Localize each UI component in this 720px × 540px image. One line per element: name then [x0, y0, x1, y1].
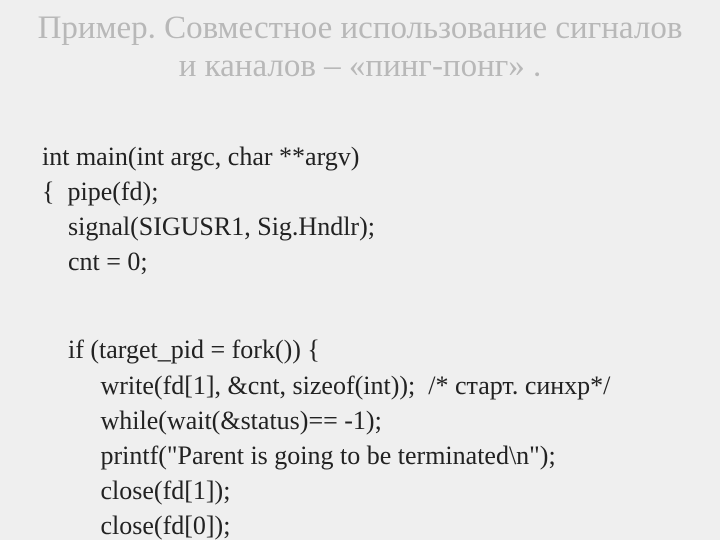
spacer [28, 279, 692, 297]
code-line: if (target_pid = fork()) { [42, 335, 320, 364]
code-line: int main(int argc, char **argv) [42, 142, 359, 171]
code-line: { pipe(fd); [42, 177, 158, 206]
code-line: cnt = 0; [42, 247, 148, 276]
code-line: signal(SIGUSR1, Sig.Hndlr); [42, 212, 375, 241]
code-line: write(fd[1], &cnt, sizeof(int)); /* стар… [42, 371, 610, 400]
code-block-2: if (target_pid = fork()) { write(fd[1], … [42, 297, 692, 540]
slide: Пример. Совместное использование сигнало… [0, 0, 720, 540]
code-line: close(fd[0]); [42, 511, 230, 540]
code-block-1: int main(int argc, char **argv) { pipe(f… [42, 104, 692, 279]
code-line: while(wait(&status)== -1); [42, 406, 382, 435]
code-line: printf("Parent is going to be terminated… [42, 441, 556, 470]
slide-title: Пример. Совместное использование сигнало… [28, 10, 692, 86]
code-line: close(fd[1]); [42, 476, 230, 505]
